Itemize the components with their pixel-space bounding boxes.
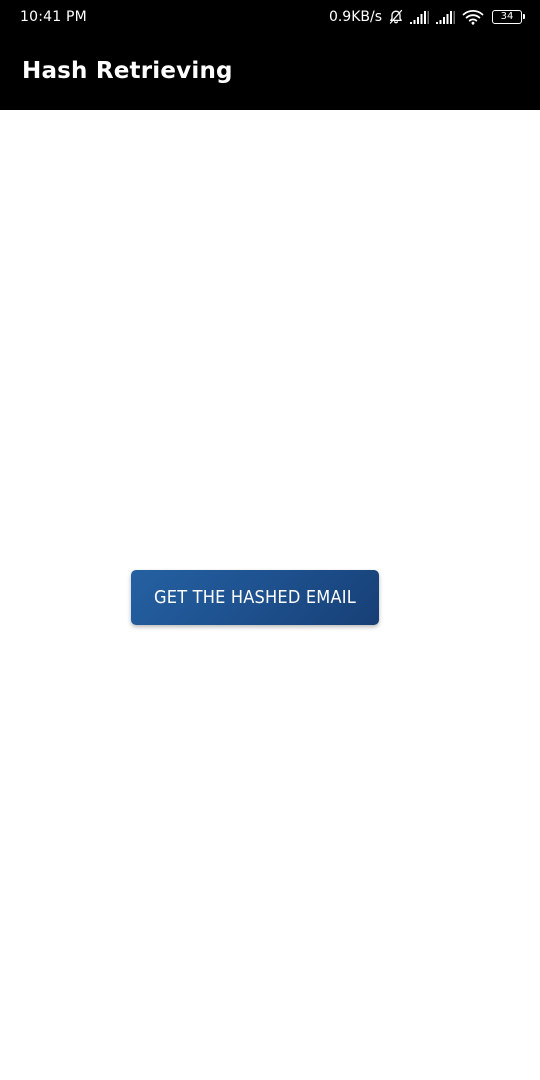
notifications-off-icon: [388, 9, 404, 25]
network-speed: 0.9KB/s: [328, 9, 382, 25]
status-icons: 0.9KB/s 34: [328, 6, 525, 28]
signal-icon: [410, 10, 430, 24]
wifi-icon: [462, 9, 484, 25]
battery-level: 34: [500, 11, 514, 22]
status-bar: 10:41 PM 0.9KB/s 34: [0, 0, 540, 34]
battery-icon: 34: [492, 10, 525, 24]
main-content: GET THE HASHED EMAIL: [0, 110, 540, 1080]
app-title: Hash Retrieving: [22, 58, 233, 84]
get-hashed-email-button[interactable]: GET THE HASHED EMAIL: [131, 570, 379, 625]
signal-icon: [436, 10, 456, 24]
app-bar: Hash Retrieving: [0, 34, 540, 110]
status-time: 10:41 PM: [20, 9, 87, 25]
